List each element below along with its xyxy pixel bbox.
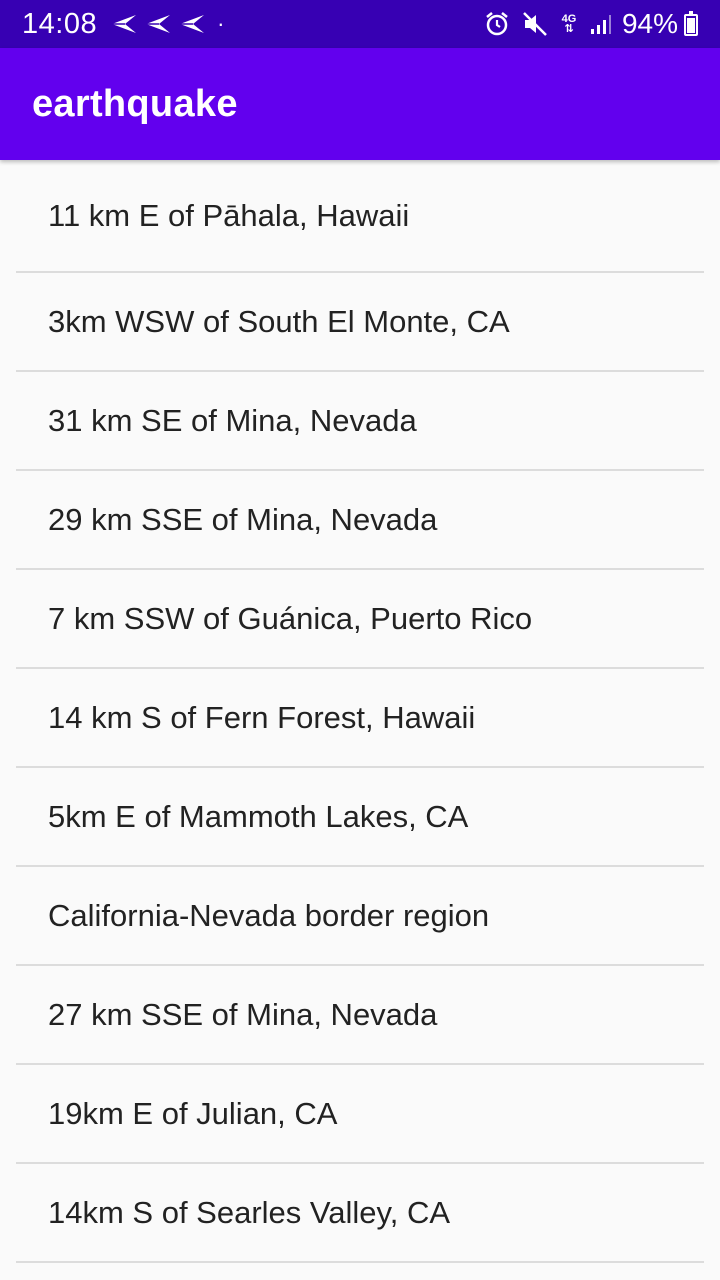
signal-icon (590, 13, 612, 35)
status-bar-left: 14:08 · (22, 0, 224, 48)
earthquake-location: California-Nevada border region (48, 897, 490, 933)
list-item[interactable]: 11 km E of Pāhala, Hawaii (16, 160, 704, 273)
send-icon (145, 14, 171, 34)
mute-icon (522, 11, 548, 37)
network-type-text: 4G (561, 13, 577, 25)
earthquake-location: 19km E of Julian, CA (48, 1095, 338, 1131)
alarm-icon (484, 11, 510, 37)
earthquake-location: 11 km E of Pāhala, Hawaii (48, 197, 410, 233)
status-bar: 14:08 · 4G ⇅ 94% (0, 0, 720, 48)
list-item[interactable]: 7 km SSW of Guánica, Puerto Rico (16, 570, 704, 669)
send-icon (179, 14, 205, 34)
earthquake-location: 7 km SSW of Guánica, Puerto Rico (48, 600, 533, 636)
app-bar: earthquake (0, 48, 720, 160)
network-type-label: 4G ⇅ (561, 13, 577, 35)
battery-icon (684, 11, 698, 36)
list-item[interactable]: 3km WSW of South El Monte, CA (16, 273, 704, 372)
earthquake-location: 14 km S of Fern Forest, Hawaii (48, 699, 476, 735)
list-item[interactable]: 19km E of Julian, CA (16, 1065, 704, 1164)
app-title: earthquake (32, 82, 238, 125)
earthquake-location: 5km E of Mammoth Lakes, CA (48, 798, 469, 834)
earthquake-location: 3km WSW of South El Monte, CA (48, 303, 510, 339)
earthquake-list[interactable]: 11 km E of Pāhala, Hawaii 3km WSW of Sou… (16, 160, 704, 1263)
earthquake-location: 29 km SSE of Mina, Nevada (48, 501, 438, 537)
list-item[interactable]: 29 km SSE of Mina, Nevada (16, 471, 704, 570)
earthquake-location: 31 km SE of Mina, Nevada (48, 402, 417, 438)
list-item[interactable]: 14 km S of Fern Forest, Hawaii (16, 669, 704, 768)
list-item[interactable]: 31 km SE of Mina, Nevada (16, 372, 704, 471)
earthquake-location: 27 km SSE of Mina, Nevada (48, 996, 438, 1032)
list-item[interactable]: 14km S of Searles Valley, CA (16, 1164, 704, 1263)
list-item[interactable]: California-Nevada border region (16, 867, 704, 966)
list-item[interactable]: 5km E of Mammoth Lakes, CA (16, 768, 704, 867)
send-icon (111, 14, 137, 34)
list-item[interactable]: 27 km SSE of Mina, Nevada (16, 966, 704, 1065)
status-bar-right: 4G ⇅ 94% (472, 0, 698, 48)
notification-dot-icon: · (217, 11, 225, 36)
earthquake-location: 14km S of Searles Valley, CA (48, 1194, 451, 1230)
battery-percent: 94% (621, 8, 678, 39)
status-time: 14:08 (22, 7, 98, 40)
